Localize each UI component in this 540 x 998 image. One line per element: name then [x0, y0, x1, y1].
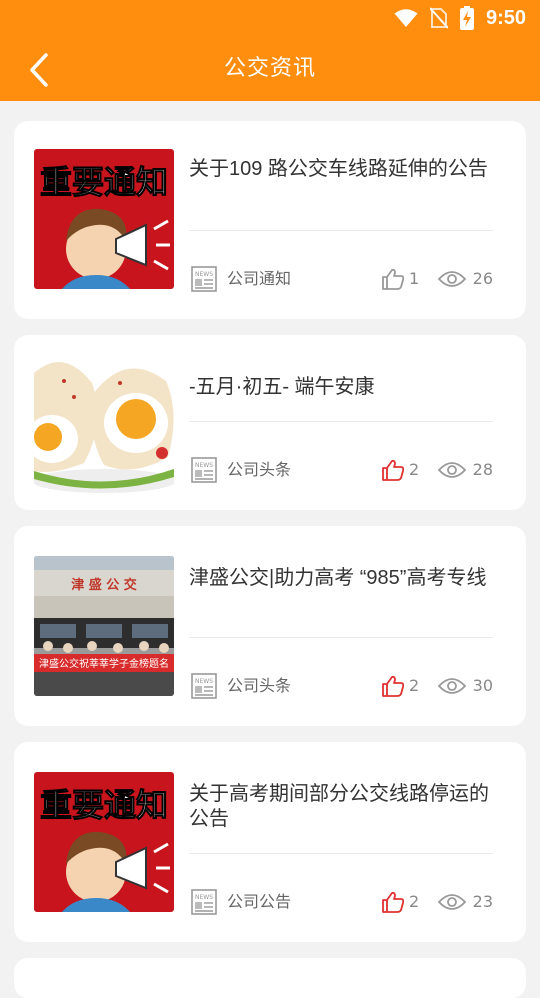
battery-charging-icon	[459, 6, 474, 30]
newspaper-icon: NEWS	[191, 673, 217, 699]
news-category: 公司通知	[227, 269, 292, 288]
view-count: 28	[472, 460, 493, 479]
bus-station-thumbnail: 津 盛 公 交 津盛公交祝莘莘学子金榜题名	[34, 556, 174, 696]
news-card[interactable]: 重要通知 关于109 路公交车线路延伸的公告 NEWS 公司通知 1 26	[14, 121, 526, 319]
newspaper-icon: NEWS	[191, 266, 217, 292]
thumbs-up-icon[interactable]	[381, 458, 405, 482]
news-category: 公司头条	[227, 676, 292, 695]
news-meta: NEWS 公司通知 1 26	[189, 264, 493, 294]
dragon-boat-thumbnail	[34, 353, 174, 493]
status-time: 9:50	[485, 6, 526, 29]
news-title: -五月·初五- 端午安康	[189, 376, 375, 398]
news-title: 关于109 路公交车线路延伸的公告	[189, 158, 488, 180]
view-count: 23	[472, 892, 493, 911]
news-card[interactable]	[14, 958, 526, 998]
important-notice-thumbnail: 重要通知	[34, 149, 174, 289]
thumb-building-text: 津 盛 公 交	[71, 577, 137, 593]
view-count: 26	[472, 269, 493, 288]
svg-text:NEWS: NEWS	[195, 678, 213, 685]
news-category: 公司公告	[227, 892, 292, 911]
app-header: 9:50 公交资讯	[0, 0, 540, 101]
eye-icon	[437, 678, 467, 694]
like-count: 2	[409, 460, 420, 479]
page-title: 公交资讯	[223, 56, 316, 81]
svg-text:NEWS: NEWS	[195, 271, 213, 278]
thumbs-up-icon[interactable]	[381, 267, 405, 291]
divider	[189, 637, 493, 638]
news-card[interactable]: -五月·初五- 端午安康 NEWS 公司头条 2 28	[14, 335, 526, 510]
like-count: 2	[409, 676, 420, 695]
newspaper-icon: NEWS	[191, 889, 217, 915]
news-meta: NEWS 公司头条 2 28	[189, 455, 493, 485]
divider	[189, 421, 493, 422]
like-count: 2	[409, 892, 420, 911]
news-card[interactable]: 津 盛 公 交 津盛公交祝莘莘学子金榜题名 津盛公交|助力高考 “985”高考专…	[14, 526, 526, 726]
eye-icon	[437, 894, 467, 910]
svg-text:NEWS: NEWS	[195, 462, 213, 469]
newspaper-icon: NEWS	[191, 457, 217, 483]
thumb-banner-text: 津盛公交祝莘莘学子金榜题名	[39, 657, 169, 670]
svg-text:NEWS: NEWS	[195, 894, 213, 901]
status-bar: 9:50	[394, 6, 526, 30]
news-meta: NEWS 公司公告 2 23	[189, 887, 493, 917]
news-card[interactable]: 重要通知 关于高考期间部分公交线路停运的公告 NEWS 公司公告 2 23	[14, 742, 526, 942]
news-title: 津盛公交|助力高考 “985”高考专线	[189, 567, 487, 589]
important-notice-thumbnail: 重要通知	[34, 772, 174, 912]
eye-icon	[437, 271, 467, 287]
thumb-text: 重要通知	[40, 786, 168, 824]
thumb-text: 重要通知	[40, 163, 168, 201]
no-sim-icon	[429, 7, 448, 29]
view-count: 30	[472, 676, 493, 695]
like-count: 1	[409, 269, 420, 288]
divider	[189, 230, 493, 231]
thumbs-up-icon[interactable]	[381, 890, 405, 914]
wifi-icon	[394, 9, 418, 27]
news-title: 关于高考期间部分公交线路停运的公告	[189, 783, 489, 830]
divider	[189, 853, 493, 854]
eye-icon	[437, 462, 467, 478]
news-category: 公司头条	[227, 460, 292, 479]
thumbs-up-icon[interactable]	[381, 674, 405, 698]
news-meta: NEWS 公司头条 2 30	[189, 671, 493, 701]
